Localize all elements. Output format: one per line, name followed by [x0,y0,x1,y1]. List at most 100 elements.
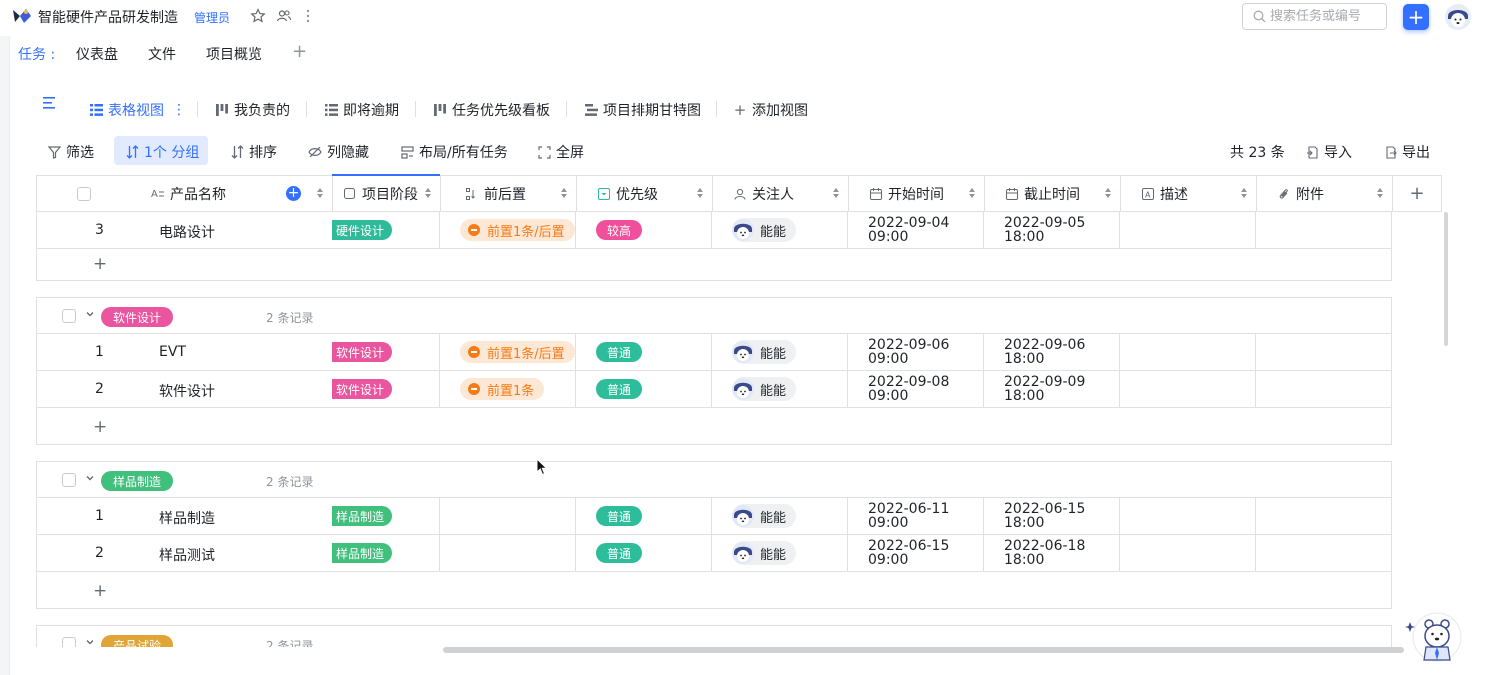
fullscreen-button[interactable]: 全屏 [537,142,584,162]
add-view-button[interactable]: + 添加视图 [733,100,808,120]
table-row[interactable]: 1 EVT 软件设计 前置1条/后置 普通 能能 2022-09-06 09:0… [37,334,1391,371]
stage-cell[interactable]: 软件设计 [332,334,440,370]
chevron-down-icon[interactable] [85,309,95,319]
project-title[interactable]: 智能硬件产品研发制造 [38,7,178,27]
create-button[interactable]: + [1403,4,1429,30]
members-icon[interactable] [275,7,293,25]
table-row[interactable]: 3 电路设计 硬件设计 前置1条/后置 较高 能能 2022-09-04 09:… [37,212,1391,249]
group-header[interactable]: 样品制造 2 条记录 [37,462,1391,498]
star-icon[interactable] [249,7,267,25]
sort-arrows-icon[interactable] [316,187,324,199]
column-header-attachment[interactable]: 附件 [1257,176,1393,211]
group-button[interactable]: 1个 分组 [125,142,199,162]
follower-cell[interactable]: 能能 [712,334,848,370]
chevron-down-icon[interactable] [85,637,95,647]
stage-cell[interactable]: 样品制造 [332,498,440,534]
view-tab-overdue[interactable]: 即将逾期 [324,100,399,120]
column-header-name[interactable]: A 产品名称 + [133,176,333,211]
search-input[interactable] [1270,9,1380,24]
group-header[interactable]: 产品试验 2 条记录 [37,626,1391,647]
description-cell[interactable] [1120,334,1256,370]
sort-arrows-icon[interactable] [1240,187,1248,199]
due-time-cell[interactable]: 2022-06-15 18:00 [984,498,1120,534]
hide-columns-button[interactable]: 列隐藏 [308,142,369,162]
product-name[interactable]: 电路设计 [159,222,215,242]
nav-tab-overview[interactable]: 项目概览 [206,44,262,64]
priority-cell[interactable]: 较高 [576,212,712,248]
nav-tab-files[interactable]: 文件 [148,44,176,64]
stage-cell[interactable]: 软件设计 [332,371,440,407]
sort-arrows-icon[interactable] [1104,187,1112,199]
follower-cell[interactable]: 能能 [712,498,848,534]
layout-button[interactable]: 布局/所有任务 [400,142,508,162]
start-time-cell[interactable]: 2022-06-11 09:00 [848,498,984,534]
view-tab-mine[interactable]: 我负责的 [215,100,290,120]
add-field-button[interactable]: + [286,186,301,201]
more-vertical-icon[interactable] [299,7,317,25]
start-time-cell[interactable]: 2022-06-15 09:00 [848,535,984,571]
dependency-cell[interactable] [440,498,576,534]
due-time-cell[interactable]: 2022-09-09 18:00 [984,371,1120,407]
vertical-scrollbar[interactable] [1444,212,1448,346]
start-time-cell[interactable]: 2022-09-06 09:00 [848,334,984,370]
view-more-icon[interactable]: ⋮ [172,102,186,118]
due-time-cell[interactable]: 2022-09-06 18:00 [984,334,1120,370]
due-time-cell[interactable]: 2022-06-18 18:00 [984,535,1120,571]
sort-arrows-icon[interactable] [968,187,976,199]
add-column-button[interactable]: + [1393,176,1441,211]
priority-cell[interactable]: 普通 [576,535,712,571]
follower-cell[interactable]: 能能 [712,371,848,407]
table-row[interactable]: 2 样品测试 样品制造 普通 能能 2022-06-15 09:00 2022-… [37,535,1391,572]
dependency-cell[interactable]: 前置1条/后置 [440,334,576,370]
sort-arrows-icon[interactable] [560,187,568,199]
product-name[interactable]: EVT [159,344,186,360]
dependency-cell[interactable] [440,535,576,571]
due-time-cell[interactable]: 2022-09-05 18:00 [984,212,1120,248]
column-header-description[interactable]: A 描述 [1121,176,1257,211]
table-row[interactable]: 2 软件设计 软件设计 前置1条 普通 能能 2022-09-08 09:00 … [37,371,1391,408]
add-row-button[interactable]: + [93,254,107,274]
sort-button[interactable]: 排序 [230,142,277,162]
assistant-bear-icon[interactable] [1404,612,1462,662]
group-checkbox[interactable] [62,309,76,323]
filter-button[interactable]: 筛选 [47,142,94,162]
column-header-start-time[interactable]: 开始时间 [849,176,985,211]
priority-cell[interactable]: 普通 [576,498,712,534]
stage-cell[interactable]: 硬件设计 [332,212,440,248]
add-row-button[interactable]: + [93,417,107,437]
attachment-cell[interactable] [1256,535,1392,571]
sort-arrows-icon[interactable] [832,187,840,199]
description-cell[interactable] [1120,498,1256,534]
menu-toggle-icon[interactable] [43,97,56,109]
attachment-cell[interactable] [1256,212,1392,248]
start-time-cell[interactable]: 2022-09-08 09:00 [848,371,984,407]
table-row[interactable]: 1 样品制造 样品制造 普通 能能 2022-06-11 09:00 2022-… [37,498,1391,535]
attachment-cell[interactable] [1256,371,1392,407]
priority-cell[interactable]: 普通 [576,334,712,370]
column-header-priority[interactable]: 优先级 [577,176,713,211]
attachment-cell[interactable] [1256,498,1392,534]
select-all-checkbox[interactable] [77,187,91,201]
add-row-button[interactable]: + [93,581,107,601]
priority-cell[interactable]: 普通 [576,371,712,407]
view-tab-priority-board[interactable]: 任务优先级看板 [433,100,550,120]
horizontal-scrollbar[interactable] [443,647,1404,653]
export-button[interactable]: 导出 [1383,142,1430,162]
description-cell[interactable] [1120,212,1256,248]
nav-tab-dashboard[interactable]: 仪表盘 [76,44,118,64]
nav-add-button[interactable]: + [292,41,307,62]
view-tab-gantt[interactable]: 项目排期甘特图 [584,100,701,120]
product-name[interactable]: 样品制造 [159,508,215,528]
follower-cell[interactable]: 能能 [712,212,848,248]
search-box[interactable] [1242,3,1387,30]
description-cell[interactable] [1120,535,1256,571]
product-name[interactable]: 样品测试 [159,545,215,565]
column-header-due-time[interactable]: 截止时间 [985,176,1121,211]
start-time-cell[interactable]: 2022-09-04 09:00 [848,212,984,248]
description-cell[interactable] [1120,371,1256,407]
group-header[interactable]: 软件设计 2 条记录 [37,298,1391,334]
dependency-cell[interactable]: 前置1条/后置 [440,212,576,248]
user-avatar[interactable] [1445,4,1471,30]
import-button[interactable]: 导入 [1305,142,1352,162]
product-name[interactable]: 软件设计 [159,381,215,401]
